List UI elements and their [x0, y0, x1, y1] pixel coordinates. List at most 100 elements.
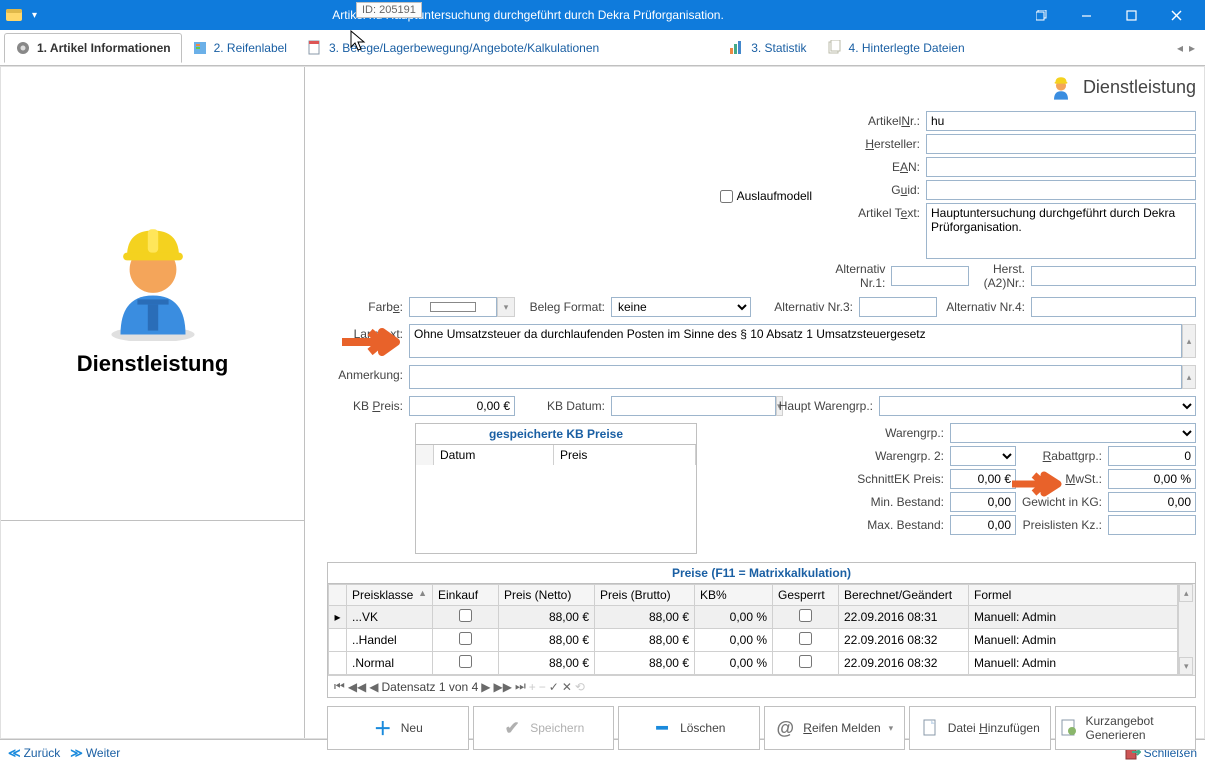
left-pane: Dienstleistung: [1, 67, 305, 738]
article-image-box[interactable]: Dienstleistung: [1, 67, 304, 520]
minbest-field[interactable]: [950, 492, 1016, 512]
chevron-right-icon: ▸: [1189, 41, 1195, 55]
tab-documents[interactable]: 3. Belege/Lagerbewegung/Angebote/Kalkula…: [297, 34, 609, 62]
table-row[interactable]: .Normal88,00 €88,00 €0,00 %22.09.2016 08…: [329, 652, 1178, 675]
article-type-caption: Dienstleistung: [77, 351, 229, 377]
guid-field[interactable]: [926, 180, 1196, 200]
tab-stats[interactable]: 3. Statistik: [719, 34, 816, 62]
langtext-field[interactable]: Ohne Umsatzsteuer da durchlaufenden Post…: [409, 324, 1182, 358]
maxbest-field[interactable]: [950, 515, 1016, 535]
prices-box: Preise (F11 = Matrixkalkulation) Preiskl…: [327, 562, 1196, 698]
ean-label: EAN:: [826, 160, 926, 174]
col-gesperrt[interactable]: Gesperrt: [773, 585, 839, 606]
col-preis-brutto[interactable]: Preis (Brutto): [595, 585, 695, 606]
alt4-field[interactable]: [1031, 297, 1196, 317]
chart-icon: [729, 40, 745, 56]
minbest-label: Min. Bestand:: [703, 495, 950, 509]
farbe-dropdown-icon[interactable]: ▾: [497, 297, 515, 317]
back-button[interactable]: ≪Zurück: [8, 746, 60, 760]
file-icon: [920, 718, 940, 738]
action-bar: ＋Neu ✔Speichern ━Löschen @Reifen Melden▾…: [327, 706, 1196, 750]
anmerkung-label: Anmerkung:: [327, 365, 409, 389]
anmerkung-scroll[interactable]: ▴: [1182, 365, 1196, 389]
tab-tyre-label[interactable]: 2. Reifenlabel: [182, 34, 297, 62]
rabattgrp-field[interactable]: [1108, 446, 1196, 466]
table-row[interactable]: ▸...VK88,00 €88,00 €0,00 %22.09.2016 08:…: [329, 606, 1178, 629]
herstA2-field[interactable]: [1031, 266, 1196, 286]
tab-nav[interactable]: ◂▸: [1177, 41, 1201, 55]
alt3-field[interactable]: [859, 297, 937, 317]
files-icon: [827, 40, 843, 56]
worker-icon: [88, 211, 218, 341]
col-berechnet[interactable]: Berechnet/Geändert: [839, 585, 969, 606]
alt4-label: Alternativ Nr.4:: [937, 300, 1031, 314]
belegformat-label: Beleg Format:: [515, 300, 611, 314]
reifen-melden-button[interactable]: @Reifen Melden▾: [764, 706, 906, 750]
datei-hinzufuegen-button[interactable]: Datei Hinzufügen: [909, 706, 1051, 750]
schnittek-field[interactable]: [950, 469, 1016, 489]
gewicht-field[interactable]: [1108, 492, 1196, 512]
preislisten-label: Preislisten Kz.:: [1016, 518, 1108, 532]
langtext-scroll[interactable]: ▴: [1182, 324, 1196, 358]
col-preis-netto[interactable]: Preis (Netto): [499, 585, 595, 606]
maximize-button[interactable]: [1109, 0, 1154, 30]
belegformat-combo[interactable]: keine: [611, 297, 751, 317]
gear-icon: [15, 40, 31, 56]
hersteller-label: Hersteller:: [826, 137, 926, 151]
article-id-label: ID: 205191: [356, 2, 422, 18]
loeschen-button[interactable]: ━Löschen: [618, 706, 760, 750]
plus-icon: ＋: [373, 718, 393, 738]
alt1-label: Alternativ Nr.1:: [826, 262, 891, 290]
grid-navigator[interactable]: ⏮◀◀◀ Datensatz 1 von 4 ▶▶▶⏭ +−✓✕⟲: [328, 675, 1195, 697]
at-icon: @: [775, 718, 795, 738]
col-preisklasse[interactable]: Preisklasse ▲: [347, 585, 433, 606]
farbe-swatch[interactable]: [409, 297, 497, 317]
minimize-button[interactable]: [1064, 0, 1109, 30]
speichern-button[interactable]: ✔Speichern: [473, 706, 615, 750]
artikelnr-field[interactable]: [926, 111, 1196, 131]
tab-strip: 1. Artikel Informationen 2. Reifenlabel …: [0, 30, 1205, 66]
neu-button[interactable]: ＋Neu: [327, 706, 469, 750]
tab-article-info[interactable]: 1. Artikel Informationen: [4, 33, 182, 63]
kbpreis-field[interactable]: [409, 396, 515, 416]
auslaufmodell-checkbox[interactable]: [720, 190, 733, 203]
check-icon: ✔: [502, 718, 522, 738]
prices-grid[interactable]: Preisklasse ▲ Einkauf Preis (Netto) Prei…: [328, 584, 1178, 675]
artikeltext-label: Artikel Text:: [826, 203, 926, 220]
left-lower-box: [1, 520, 304, 738]
wg2-combo[interactable]: [950, 446, 1016, 466]
preislisten-field[interactable]: [1108, 515, 1196, 535]
ean-field[interactable]: [926, 157, 1196, 177]
hauptwg-label: Haupt Warengrp.:: [751, 399, 879, 413]
guid-label: Guid:: [826, 183, 926, 197]
wg-combo[interactable]: [950, 423, 1196, 443]
annotation-arrow-right: [1010, 470, 1062, 498]
kbpreis-label: KB Preis:: [327, 399, 409, 413]
rabattgrp-label: Rabattgrp.:: [1016, 449, 1108, 463]
hersteller-field[interactable]: [926, 134, 1196, 154]
table-row[interactable]: ..Handel88,00 €88,00 €0,00 %22.09.2016 0…: [329, 629, 1178, 652]
kurzangebot-button[interactable]: Kurzangebot Generieren: [1055, 706, 1197, 750]
hauptwg-combo[interactable]: [879, 396, 1196, 416]
kb-col-datum[interactable]: Datum: [434, 445, 554, 465]
restore-down-aux-button[interactable]: [1019, 0, 1064, 30]
wg-label: Warengrp.:: [703, 426, 950, 440]
close-button[interactable]: [1154, 0, 1199, 30]
mwst-field[interactable]: [1108, 469, 1196, 489]
artikeltext-field[interactable]: Hauptuntersuchung durchgeführt durch Dek…: [926, 203, 1196, 259]
tab-files[interactable]: 4. Hinterlegte Dateien: [817, 34, 975, 62]
double-chevron-left-icon: ≪: [8, 746, 21, 760]
window-title: Artikel hu Hauptuntersuchung durchgeführ…: [37, 8, 1019, 22]
anmerkung-field[interactable]: [409, 365, 1182, 389]
grid-scroll-up[interactable]: ▴: [1179, 584, 1193, 602]
kb-table: gespeicherte KB Preise Datum Preis: [415, 423, 697, 554]
grid-scroll-down[interactable]: ▾: [1179, 657, 1193, 675]
col-formel[interactable]: Formel: [969, 585, 1178, 606]
alt1-field[interactable]: [891, 266, 969, 286]
col-einkauf[interactable]: Einkauf: [433, 585, 499, 606]
col-kb[interactable]: KB%: [695, 585, 773, 606]
kb-col-preis[interactable]: Preis: [554, 445, 696, 465]
title-bar: ▾ Artikel hu Hauptuntersuchung durchgefü…: [0, 0, 1205, 30]
worker-icon: [1047, 73, 1075, 101]
forward-button[interactable]: ≫Weiter: [70, 746, 120, 760]
